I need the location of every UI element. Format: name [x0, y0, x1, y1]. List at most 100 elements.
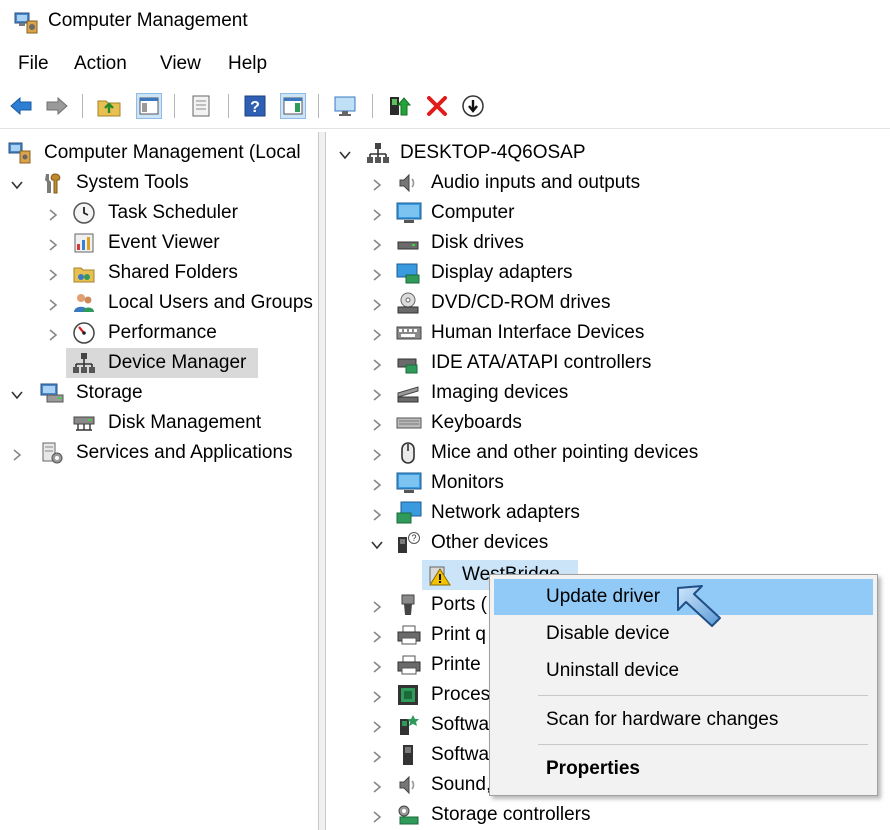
- device-tree-label: Mice and other pointing devices: [431, 442, 699, 463]
- chevron-right-icon[interactable]: [46, 296, 60, 311]
- chevron-right-icon[interactable]: [370, 356, 384, 371]
- computer-tree-icon: [366, 141, 390, 165]
- chevron-right-icon[interactable]: [370, 296, 384, 311]
- chevron-right-icon[interactable]: [46, 206, 60, 221]
- tree-label: Storage: [76, 382, 143, 403]
- software-component-icon: [396, 713, 420, 737]
- storage-icon: [40, 381, 64, 405]
- context-disable-device[interactable]: Disable device: [546, 623, 670, 645]
- chevron-right-icon[interactable]: [370, 326, 384, 341]
- scan-hardware-down-arrow-icon[interactable]: [460, 93, 486, 119]
- pane-splitter[interactable]: [318, 132, 326, 830]
- back-arrow-icon[interactable]: [8, 93, 34, 119]
- speaker-icon: [396, 773, 420, 797]
- speaker-icon: [396, 171, 420, 195]
- chevron-right-icon[interactable]: [370, 658, 384, 673]
- device-category-network-adapters[interactable]: Network adapters: [326, 498, 890, 528]
- tree-item-disk-management[interactable]: Disk Management: [0, 408, 318, 438]
- device-tree-label: Print q: [431, 624, 486, 645]
- tree-label: Disk Management: [108, 412, 262, 433]
- update-driver-icon[interactable]: [386, 93, 412, 119]
- device-tree-label: Monitors: [431, 472, 504, 493]
- toolbar-separator: [372, 94, 373, 118]
- chevron-right-icon[interactable]: [46, 266, 60, 281]
- chevron-right-icon[interactable]: [10, 446, 24, 461]
- device-category-imaging[interactable]: Imaging devices: [326, 378, 890, 408]
- context-scan-hardware[interactable]: Scan for hardware changes: [546, 709, 778, 731]
- chevron-right-icon[interactable]: [370, 266, 384, 281]
- properties-sheet-icon[interactable]: [188, 93, 214, 119]
- device-category-computer[interactable]: Computer: [326, 198, 890, 228]
- device-category-audio[interactable]: Audio inputs and outputs: [326, 168, 890, 198]
- tree-item-system-tools[interactable]: System Tools: [0, 168, 318, 198]
- chevron-right-icon[interactable]: [370, 778, 384, 793]
- chevron-right-icon[interactable]: [370, 688, 384, 703]
- device-tree-root[interactable]: DESKTOP-4Q6OSAP: [326, 138, 890, 168]
- context-properties[interactable]: Properties: [546, 758, 640, 780]
- tree-item-local-users-and-groups[interactable]: Local Users and Groups: [0, 288, 318, 318]
- device-category-other-devices[interactable]: ? Other devices: [326, 528, 890, 558]
- show-action-pane-icon[interactable]: [280, 93, 306, 119]
- chevron-down-icon[interactable]: [10, 176, 24, 190]
- tree-item-event-viewer[interactable]: Event Viewer: [0, 228, 318, 258]
- toolbar-separator: [174, 94, 175, 118]
- chevron-right-icon[interactable]: [370, 598, 384, 613]
- context-uninstall-device[interactable]: Uninstall device: [546, 660, 679, 682]
- clock-icon: [72, 201, 96, 225]
- chevron-right-icon[interactable]: [46, 236, 60, 251]
- chevron-right-icon[interactable]: [370, 176, 384, 191]
- chevron-right-icon[interactable]: [370, 808, 384, 823]
- context-menu-separator: [538, 744, 868, 745]
- window-title: Computer Management: [48, 10, 248, 31]
- services-icon: [40, 441, 64, 465]
- tree-root-computer-management[interactable]: Computer Management (Local: [0, 138, 318, 168]
- up-folder-icon[interactable]: [96, 93, 122, 119]
- device-category-keyboards[interactable]: Keyboards: [326, 408, 890, 438]
- tree-item-shared-folders[interactable]: Shared Folders: [0, 258, 318, 288]
- tree-item-services-and-applications[interactable]: Services and Applications: [0, 438, 318, 468]
- chevron-right-icon[interactable]: [370, 236, 384, 251]
- chevron-right-icon[interactable]: [370, 386, 384, 401]
- svg-text:?: ?: [411, 533, 416, 543]
- device-category-hid[interactable]: Human Interface Devices: [326, 318, 890, 348]
- device-category-ide-ata[interactable]: IDE ATA/ATAPI controllers: [326, 348, 890, 378]
- chevron-right-icon[interactable]: [370, 748, 384, 763]
- device-tree-label: Printe: [431, 654, 481, 675]
- chevron-right-icon[interactable]: [370, 476, 384, 491]
- uninstall-red-x-icon[interactable]: [424, 93, 450, 119]
- chevron-right-icon[interactable]: [370, 718, 384, 733]
- tree-item-performance[interactable]: Performance: [0, 318, 318, 348]
- monitor-icon[interactable]: [332, 93, 358, 119]
- performance-gauge-icon: [72, 321, 96, 345]
- forward-arrow-icon[interactable]: [44, 93, 70, 119]
- chevron-right-icon[interactable]: [370, 506, 384, 521]
- context-update-driver[interactable]: Update driver: [546, 586, 660, 608]
- storage-controller-icon: [396, 803, 420, 827]
- chevron-right-icon[interactable]: [370, 446, 384, 461]
- menu-help[interactable]: Help: [228, 53, 267, 75]
- device-category-storage-controllers[interactable]: Storage controllers: [326, 800, 890, 830]
- device-category-mice[interactable]: Mice and other pointing devices: [326, 438, 890, 468]
- chevron-right-icon[interactable]: [370, 206, 384, 221]
- display-adapter-icon: [396, 261, 420, 285]
- software-device-icon: [396, 743, 420, 767]
- menu-view[interactable]: View: [160, 53, 201, 75]
- show-hide-console-tree-icon[interactable]: [136, 93, 162, 119]
- help-icon[interactable]: ?: [242, 93, 268, 119]
- device-category-disk-drives[interactable]: Disk drives: [326, 228, 890, 258]
- device-category-dvd-cd-rom[interactable]: DVD/CD-ROM drives: [326, 288, 890, 318]
- chevron-right-icon[interactable]: [46, 326, 60, 341]
- device-category-display-adapters[interactable]: Display adapters: [326, 258, 890, 288]
- tree-item-task-scheduler[interactable]: Task Scheduler: [0, 198, 318, 228]
- chevron-right-icon[interactable]: [370, 628, 384, 643]
- processor-chip-icon: [396, 683, 420, 707]
- device-category-monitors[interactable]: Monitors: [326, 468, 890, 498]
- chevron-down-icon[interactable]: [370, 536, 384, 550]
- menu-file[interactable]: File: [18, 53, 49, 75]
- chevron-right-icon[interactable]: [370, 416, 384, 431]
- chevron-down-icon[interactable]: [338, 146, 352, 160]
- tree-item-device-manager[interactable]: Device Manager: [0, 348, 318, 378]
- menu-action[interactable]: Action: [74, 53, 127, 75]
- tree-item-storage[interactable]: Storage: [0, 378, 318, 408]
- chevron-down-icon[interactable]: [10, 386, 24, 400]
